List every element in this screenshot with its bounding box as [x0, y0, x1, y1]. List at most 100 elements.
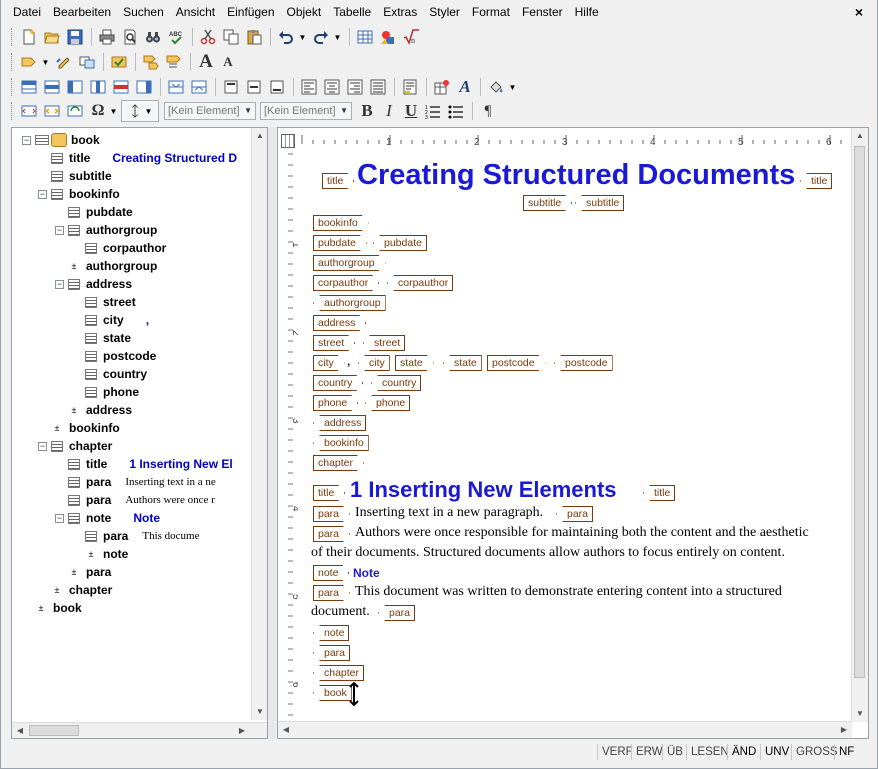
tree-node-para[interactable]: ± para: [55, 563, 112, 581]
document-vertical-scrollbar[interactable]: ▲ ▼: [851, 128, 868, 722]
tree-node-book[interactable]: ± book: [22, 599, 82, 617]
valign-middle-icon[interactable]: [243, 76, 265, 98]
tag-pubdate-start[interactable]: pubdate: [313, 235, 367, 251]
line-spacing-icon[interactable]: ▼: [121, 100, 159, 122]
cut-icon[interactable]: [197, 26, 219, 48]
delete-row-icon[interactable]: [110, 76, 132, 98]
panel-splitter[interactable]: [268, 127, 276, 739]
numbered-list-icon[interactable]: 123: [422, 100, 444, 122]
valign-top-icon[interactable]: [220, 76, 242, 98]
scroll-right-icon[interactable]: ▶: [234, 723, 250, 738]
align-justify-icon[interactable]: [367, 76, 389, 98]
menu-datei[interactable]: Datei: [7, 2, 47, 22]
tree-node-title[interactable]: title Creating Structured D: [38, 149, 237, 167]
tree-node-street[interactable]: street: [72, 293, 136, 311]
print-icon[interactable]: [96, 26, 118, 48]
tag-book-end[interactable]: book: [313, 685, 352, 701]
scroll-right-icon[interactable]: ▶: [836, 722, 852, 738]
tag-note-start[interactable]: note: [313, 565, 349, 581]
tree-node-para[interactable]: para This docume: [72, 527, 200, 545]
tag-phone-start[interactable]: phone: [313, 395, 358, 411]
paragraph-format-icon[interactable]: [399, 76, 421, 98]
tree-node-country[interactable]: country: [72, 365, 147, 383]
merge-cells-icon[interactable]: [165, 76, 187, 98]
tag-subtitle-end[interactable]: subtitle: [575, 195, 625, 211]
redo-dropdown-icon[interactable]: ▼: [333, 26, 342, 48]
copy-icon[interactable]: [220, 26, 242, 48]
print-preview-icon[interactable]: [119, 26, 141, 48]
tag-authorgroup-end[interactable]: authorgroup: [313, 295, 386, 311]
para3-text-line1[interactable]: This document was written to demonstrate…: [355, 584, 782, 600]
tree-node-corpauthor[interactable]: corpauthor: [72, 239, 166, 257]
insert-image-icon[interactable]: [377, 26, 399, 48]
tree-node-state[interactable]: state: [72, 329, 131, 347]
tree-node-book[interactable]: − book: [22, 131, 100, 149]
tag-title-end[interactable]: title: [800, 173, 833, 189]
table-properties-icon[interactable]: [431, 76, 453, 98]
split-cells-icon[interactable]: [188, 76, 210, 98]
tag-bookinfo-end[interactable]: bookinfo: [313, 435, 369, 451]
italic-button[interactable]: I: [378, 101, 400, 121]
tag-view-icon[interactable]: [18, 100, 40, 122]
tree-node-note[interactable]: ± note: [72, 545, 129, 563]
tag-street-end[interactable]: street: [363, 335, 406, 351]
tag-para3-start[interactable]: para: [313, 585, 350, 601]
tag-para3-end[interactable]: para: [378, 605, 416, 621]
tag-authorgroup-start[interactable]: authorgroup: [313, 255, 386, 271]
tree-node-pubdate[interactable]: pubdate: [55, 203, 133, 221]
scroll-down-icon[interactable]: ▼: [252, 704, 267, 720]
tree-node-city[interactable]: city,: [72, 311, 149, 329]
para2-text-line1[interactable]: Authors were once responsible for mainta…: [355, 525, 809, 541]
tree-node-subtitle[interactable]: subtitle: [38, 167, 112, 185]
tree-hscroll-thumb[interactable]: [29, 725, 79, 736]
menu-suchen[interactable]: Suchen: [117, 2, 170, 22]
tag-subtitle-start[interactable]: subtitle: [523, 195, 572, 211]
tag-address-end[interactable]: address: [313, 415, 367, 431]
align-right-icon[interactable]: [344, 76, 366, 98]
insert-element-icon[interactable]: [18, 51, 40, 73]
document-title[interactable]: Creating Structured Documents: [357, 159, 795, 191]
paste-icon[interactable]: [243, 26, 265, 48]
fill-color-icon[interactable]: [485, 76, 507, 98]
bold-button[interactable]: B: [356, 101, 378, 121]
special-character-dropdown-icon[interactable]: ▼: [109, 100, 118, 122]
tree-node-address[interactable]: ± address: [55, 401, 133, 419]
tag-street-start[interactable]: street: [313, 335, 355, 351]
tag-corpauthor-start[interactable]: corpauthor: [313, 275, 379, 291]
tag-pubdate-end[interactable]: pubdate: [373, 235, 427, 251]
tag-city-start[interactable]: city: [313, 355, 345, 371]
tag-phone-end[interactable]: phone: [365, 395, 411, 411]
scroll-down-icon[interactable]: ▼: [852, 706, 868, 722]
tag-state-start[interactable]: state: [395, 355, 434, 371]
refresh-view-icon[interactable]: [64, 100, 86, 122]
redo-icon[interactable]: [310, 26, 332, 48]
menu-objekt[interactable]: Objekt: [281, 2, 328, 22]
insert-formula-icon[interactable]: n: [400, 26, 422, 48]
note-title[interactable]: Note: [353, 566, 380, 580]
tag-country-end[interactable]: country: [371, 375, 422, 391]
collapse-toggle-icon[interactable]: −: [38, 441, 47, 451]
tag-country-start[interactable]: country: [313, 375, 363, 391]
character-format-icon[interactable]: A: [454, 77, 476, 97]
element-attributes-icon[interactable]: [140, 51, 162, 73]
tree-node-chapter[interactable]: ± chapter: [38, 581, 113, 599]
scroll-up-icon[interactable]: ▲: [852, 128, 868, 144]
para2-text-line2[interactable]: of their documents. Structured documents…: [311, 545, 785, 561]
para3-text-line2[interactable]: document.: [311, 604, 370, 620]
tag-state-end[interactable]: state: [443, 355, 482, 371]
menu-styler[interactable]: Styler: [423, 2, 466, 22]
close-document-button[interactable]: ×: [855, 2, 863, 22]
collapse-toggle-icon[interactable]: −: [22, 135, 31, 145]
fill-color-dropdown-icon[interactable]: ▼: [508, 76, 517, 98]
valign-bottom-icon[interactable]: [266, 76, 288, 98]
tag-postcode-start[interactable]: postcode: [487, 355, 546, 371]
tree-node-bookinfo[interactable]: − bookinfo: [38, 185, 120, 203]
city-text[interactable]: ,: [347, 354, 351, 370]
document-panel[interactable]: 123456 123456 title Creating Structured …: [277, 127, 869, 739]
tree-node-authorgroup[interactable]: − authorgroup: [55, 221, 157, 239]
tag-chapter-end[interactable]: chapter: [313, 665, 365, 681]
tag-para1-end[interactable]: para: [556, 506, 594, 522]
split-element-icon[interactable]: [76, 51, 98, 73]
undo-icon[interactable]: [275, 26, 297, 48]
underline-button[interactable]: U: [400, 101, 422, 121]
